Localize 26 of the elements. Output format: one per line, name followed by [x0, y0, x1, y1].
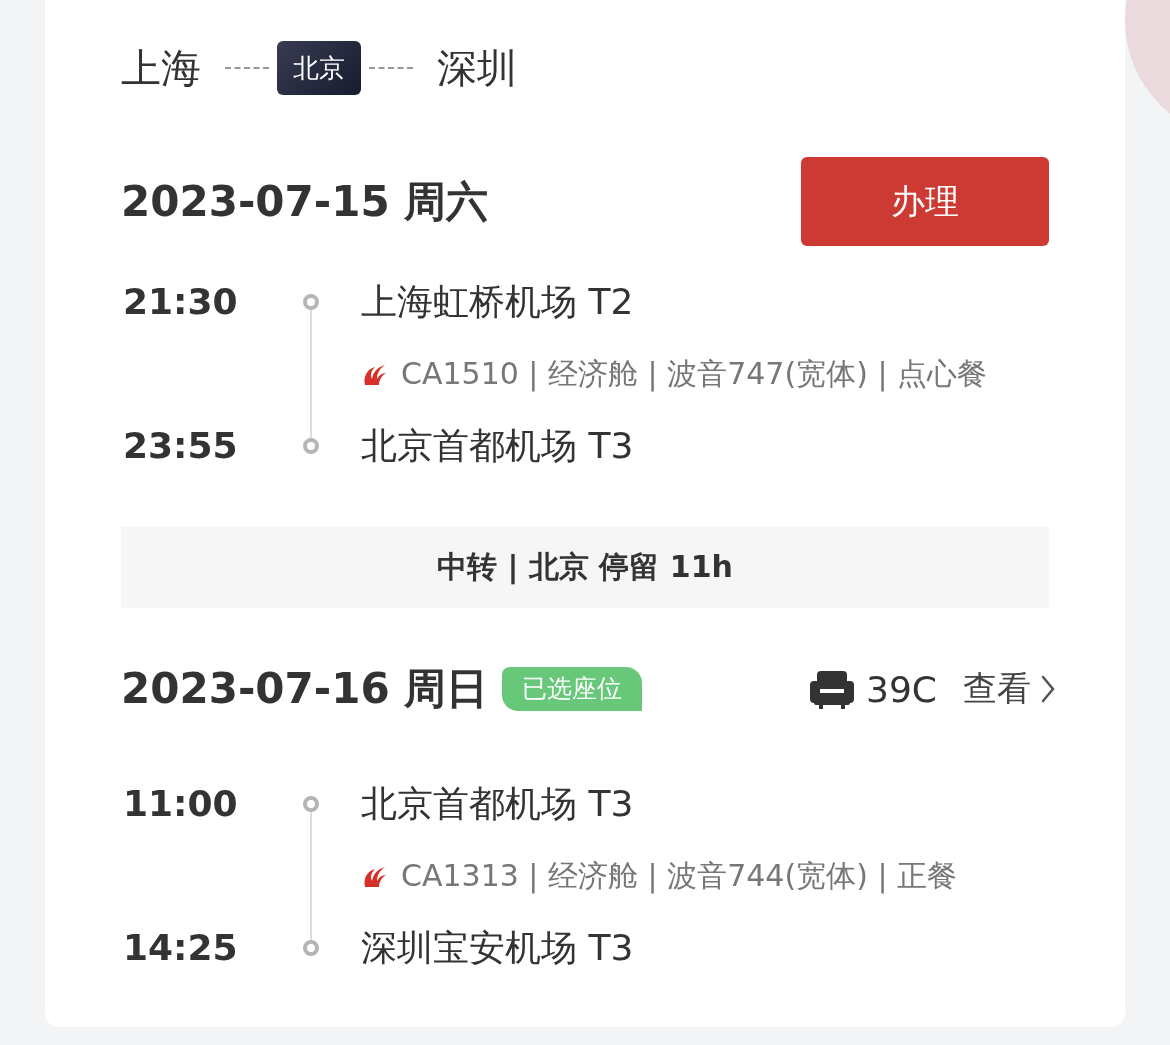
- origin-city: 上海: [121, 43, 201, 93]
- via-city-tag: 北京: [277, 41, 361, 95]
- checkin-button[interactable]: 办理: [801, 157, 1049, 246]
- flight-date: 2023-07-16 周日: [121, 663, 489, 715]
- chevron-right-icon: [1041, 675, 1055, 703]
- destination-city: 深圳: [437, 43, 517, 93]
- flight-info: CA1510 | 经济舱 | 波音747(宽体) | 点心餐: [401, 354, 988, 394]
- flight-info: CA1313 | 经济舱 | 波音744(宽体) | 正餐: [401, 856, 958, 896]
- arrival-time: 14:25: [122, 926, 239, 970]
- departure-time: 21:30: [122, 280, 239, 324]
- transfer-banner: 中转 | 北京 停留 11h: [121, 526, 1049, 608]
- timeline-dot: [303, 940, 319, 956]
- view-link[interactable]: 查看: [963, 666, 1055, 712]
- flight-date: 2023-07-15 周六: [121, 175, 489, 228]
- arrival-time: 23:55: [122, 424, 239, 468]
- departure-airport: 北京首都机场 T3: [361, 782, 635, 826]
- status-badge: 已选座位: [502, 667, 643, 711]
- timeline-dot: [303, 438, 319, 454]
- arrival-airport: 北京首都机场 T3: [361, 424, 635, 468]
- seat-icon: [810, 669, 855, 709]
- departure-time: 11:00: [122, 782, 239, 826]
- departure-airport: 上海虹桥机场 T2: [361, 280, 635, 324]
- timeline-dot: [303, 796, 319, 812]
- arrival-airport: 深圳宝安机场 T3: [361, 926, 635, 970]
- timeline-dot: [303, 294, 319, 310]
- seat-number: 39C: [866, 668, 937, 710]
